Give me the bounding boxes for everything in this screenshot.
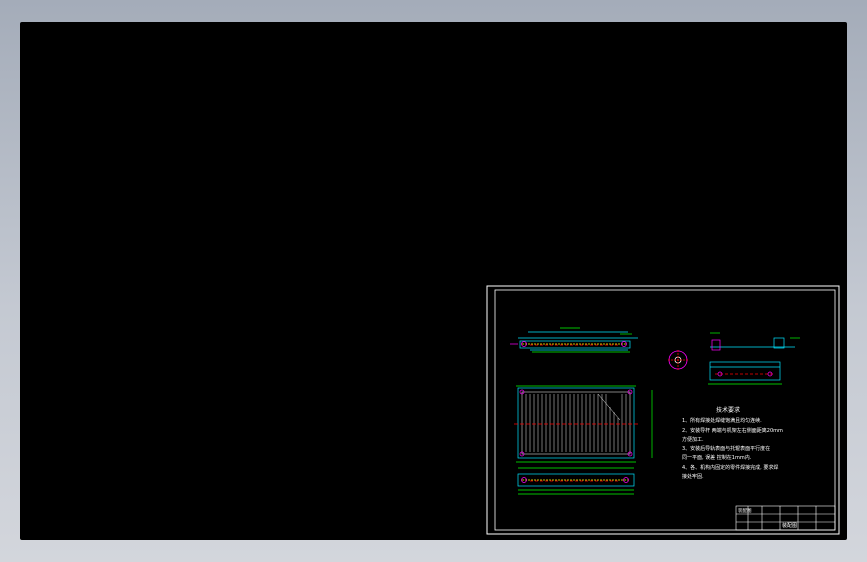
cad-viewport[interactable]: 技术要求 1、所有焊接处焊缝饱满且均匀连续. 2、安装导杆 两端与机架左右侧面距… <box>20 22 847 540</box>
detail-circle <box>668 350 688 370</box>
tech-req-line: 方便加工. <box>682 436 704 443</box>
side-view-top <box>510 327 638 353</box>
cad-drawing-canvas[interactable]: 技术要求 1、所有焊接处焊缝饱满且均匀连续. 2、安装导杆 两端与机架左右侧面距… <box>20 22 847 540</box>
sheet-outer-border <box>486 285 840 535</box>
front-view-bottom <box>517 467 635 495</box>
tech-req-line: 3、安装后导轨表面与托辊表面平行度在 <box>682 445 770 452</box>
side-view-right <box>708 332 800 385</box>
tech-req-line: 2、安装导杆 两端与机架左右侧面距离20mm <box>682 427 783 434</box>
plan-view <box>514 385 653 463</box>
title-block-drawing-name: 装配图 <box>782 522 797 529</box>
tech-req-line: 1、所有焊接处焊缝饱满且均匀连续. <box>682 417 762 424</box>
plan-view-rollers <box>525 393 627 452</box>
tech-req-line: 接处牢固. <box>682 473 704 480</box>
tech-req-line: 4、各、机构内固定的零件焊接完成, 要求焊 <box>682 464 778 471</box>
tech-req-title: 技术要求 <box>716 406 740 414</box>
tech-req-line: 同一平面, 误差 控制在1mm内. <box>682 454 752 461</box>
title-block-name: 装配图 <box>738 507 752 514</box>
technical-requirements: 技术要求 1、所有焊接处焊缝饱满且均匀连续. 2、安装导杆 两端与机架左右侧面距… <box>682 406 783 480</box>
